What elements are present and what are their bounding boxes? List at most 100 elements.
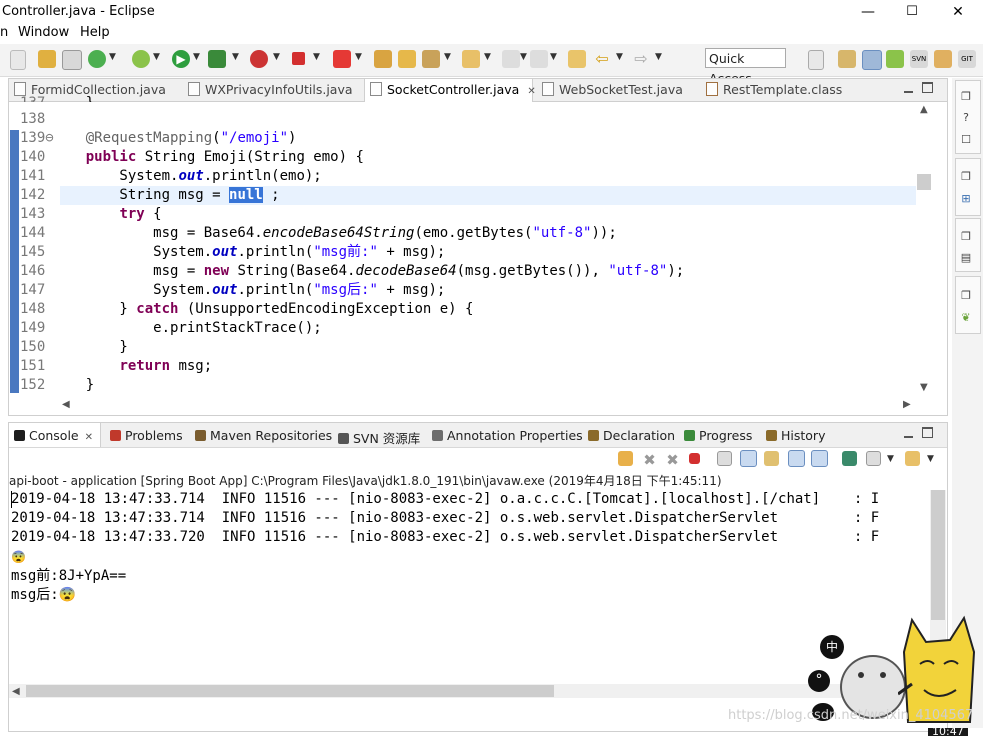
code-line[interactable]: 137 }	[20, 94, 920, 102]
tab-svn[interactable]: SVN 资源库	[338, 428, 420, 447]
editor-horizontal-scrollbar[interactable]	[60, 397, 916, 411]
minimize-console-icon[interactable]	[904, 427, 913, 441]
minimize-button[interactable]: —	[848, 2, 888, 22]
show-on-error-icon[interactable]	[811, 450, 828, 467]
terminate-console-icon[interactable]	[689, 453, 700, 464]
chevron-down-icon[interactable]: ▼	[927, 454, 934, 464]
console-line[interactable]: msg后:😨	[11, 586, 76, 605]
ime-mode-icon[interactable]: 中	[820, 635, 844, 659]
toggle-breadcrumb-icon[interactable]	[10, 50, 26, 70]
java-ee-perspective-icon[interactable]	[838, 50, 856, 68]
console-line[interactable]: 😨	[11, 548, 26, 567]
chevron-down-icon[interactable]: ▼	[273, 52, 280, 62]
run-icon[interactable]: ▶	[172, 50, 190, 68]
chevron-down-icon[interactable]: ▼	[355, 52, 362, 62]
debug-icon[interactable]	[132, 50, 150, 68]
scroll-down-icon[interactable]: ▼	[920, 382, 928, 393]
edit-tasks-icon[interactable]	[38, 50, 56, 68]
ime-punctuation-icon[interactable]: °	[808, 670, 830, 692]
chevron-down-icon[interactable]: ▼	[655, 52, 662, 62]
restore-icon[interactable]: ❐	[958, 230, 974, 244]
open-type-icon[interactable]	[398, 50, 416, 68]
coverage-icon[interactable]	[250, 50, 268, 68]
display-console-icon[interactable]	[866, 451, 881, 466]
maximize-editor-icon[interactable]	[922, 82, 933, 96]
search-icon[interactable]	[462, 50, 480, 68]
open-task-icon[interactable]	[422, 50, 440, 68]
chevron-down-icon[interactable]: ▼	[193, 52, 200, 62]
code-line[interactable]: 147 System.out.println("msg后:" + msg);	[20, 281, 920, 300]
tab-maven-repositories[interactable]: Maven Repositories	[195, 428, 332, 443]
debug-perspective-icon[interactable]	[886, 50, 904, 68]
open-perspective-icon[interactable]	[808, 50, 824, 70]
console-line[interactable]: 2019-04-18 13:47:33.714 INFO 11516 --- […	[11, 509, 879, 528]
restore-icon[interactable]: ❐	[958, 170, 974, 184]
outline-icon[interactable]: ⊞	[958, 192, 974, 206]
scroll-up-icon[interactable]: ▲	[920, 104, 928, 115]
scroll-right-icon[interactable]: ▶	[903, 399, 911, 410]
show-on-output-icon[interactable]	[788, 450, 805, 467]
pin-console-icon[interactable]	[842, 451, 857, 466]
next-annotation-icon[interactable]	[502, 50, 520, 68]
chevron-down-icon[interactable]: ▼	[153, 52, 160, 62]
code-line[interactable]: 145 System.out.println("msg前:" + msg);	[20, 243, 920, 262]
code-line[interactable]: 150 }	[20, 338, 920, 357]
code-line[interactable]: 143 try {	[20, 205, 920, 224]
java-perspective-icon[interactable]	[862, 50, 882, 70]
chevron-down-icon[interactable]: ▼	[232, 52, 239, 62]
chevron-down-icon[interactable]: ▼	[520, 52, 527, 62]
team-sync-perspective-icon[interactable]	[934, 50, 952, 68]
tab-history[interactable]: History	[766, 428, 825, 443]
scroll-left-icon[interactable]: ◀	[62, 399, 70, 410]
git-perspective-icon[interactable]: GIT	[958, 50, 976, 68]
maximize-console-icon[interactable]	[922, 427, 933, 441]
chevron-down-icon[interactable]: ▼	[444, 52, 451, 62]
relaunch-icon[interactable]	[618, 451, 633, 466]
chevron-down-icon[interactable]: ▼	[616, 52, 623, 62]
close-button[interactable]: ✕	[938, 2, 978, 22]
code-line-current[interactable]: 142 String msg = null ;	[20, 186, 920, 205]
menu-window[interactable]: Window	[18, 25, 69, 40]
editor-scroll-thumb[interactable]	[917, 174, 931, 190]
spring-icon[interactable]: ❦	[958, 311, 974, 325]
menu-navigate[interactable]: n	[0, 25, 8, 40]
open-console-icon[interactable]	[905, 451, 920, 466]
code-line[interactable]: 152 }	[20, 376, 920, 395]
code-line[interactable]: 146 msg = new String(Base64.decodeBase64…	[20, 262, 920, 281]
last-edit-location-icon[interactable]	[568, 50, 586, 68]
console-hscroll-thumb[interactable]	[26, 685, 554, 697]
code-line[interactable]: 139⊖ @RequestMapping("/emoji")	[20, 129, 920, 148]
code-line[interactable]: 149 e.printStackTrace();	[20, 319, 920, 338]
terminate-icon[interactable]	[292, 52, 305, 65]
word-wrap-icon[interactable]	[764, 451, 779, 466]
svn-perspective-icon[interactable]: SVN	[910, 50, 928, 68]
tab-console[interactable]: Console ✕	[14, 428, 93, 443]
tab-progress[interactable]: Progress	[684, 428, 752, 443]
help-icon[interactable]: ?	[958, 111, 974, 125]
chevron-down-icon[interactable]: ▼	[484, 52, 491, 62]
menu-help[interactable]: Help	[80, 25, 110, 40]
tab-declaration[interactable]: Declaration	[588, 428, 675, 443]
tab-problems[interactable]: Problems	[110, 428, 183, 443]
code-line[interactable]: 141 System.out.println(emo);	[20, 167, 920, 186]
remove-launch-icon[interactable]: ✖	[642, 451, 657, 469]
run-last-tool-icon[interactable]	[208, 50, 226, 68]
console-line[interactable]: 2019-04-18 13:47:33.720 INFO 11516 --- […	[11, 528, 879, 547]
clear-console-icon[interactable]	[717, 451, 732, 466]
chevron-down-icon[interactable]: ▼	[109, 52, 116, 62]
scroll-left-icon[interactable]: ◀	[12, 686, 20, 697]
external-tools-icon[interactable]	[333, 50, 351, 68]
task-list-icon[interactable]: ☐	[958, 133, 974, 147]
chevron-down-icon[interactable]: ▼	[313, 52, 320, 62]
chevron-down-icon[interactable]: ▼	[550, 52, 557, 62]
editor-vertical-scrollbar[interactable]	[916, 102, 932, 396]
previous-annotation-icon[interactable]	[530, 50, 548, 68]
code-line[interactable]: 138	[20, 110, 920, 129]
console-line[interactable]: 2019-04-18 13:47:33.714 INFO 11516 --- […	[11, 490, 879, 509]
scroll-lock-icon[interactable]	[740, 450, 757, 467]
quick-access-input[interactable]: Quick Access	[705, 48, 786, 86]
remove-all-launches-icon[interactable]: ✖	[665, 451, 680, 469]
restore-icon[interactable]: ❐	[958, 289, 974, 303]
new-java-package-icon[interactable]	[374, 50, 392, 68]
code-line[interactable]: 151 return msg;	[20, 357, 920, 376]
